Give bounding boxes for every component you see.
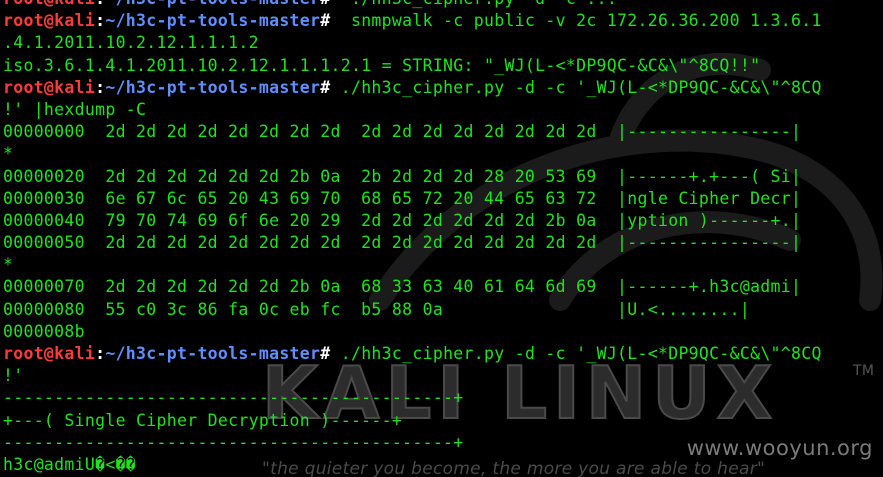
output-text: 00000000 2d 2d 2d 2d 2d 2d 2d 2d 2d 2d 2…: [3, 122, 802, 142]
prompt-symbol: #: [320, 11, 331, 31]
output-line: 00000030 6e 67 6c 65 20 43 69 70 68 65 7…: [3, 188, 822, 210]
prompt-path: ~/h3c-pt-tools-master: [105, 0, 320, 8]
output-line: 00000070 2d 2d 2d 2d 2d 2d 2b 0a 68 33 6…: [3, 276, 822, 298]
prompt-user: root@kali: [3, 11, 96, 31]
prompt-line: root@kali:~/h3c-pt-tools-master# ./hh3c_…: [3, 77, 822, 99]
output-line: +---( Single Cipher Decryption )------+: [3, 410, 822, 432]
prompt-separator: :: [95, 0, 105, 8]
output-line: *: [3, 143, 822, 165]
prompt-path: ~/h3c-pt-tools-master: [105, 11, 321, 31]
output-line: iso.3.6.1.4.1.2011.10.2.12.1.1.1.2.1 = S…: [3, 55, 822, 77]
output-line: 00000020 2d 2d 2d 2d 2d 2d 2b 0a 2b 2d 2…: [3, 166, 822, 188]
output-text: 00000080 55 c0 3c 86 fa 0c eb fc b5 88 0…: [3, 299, 751, 319]
output-line: ----------------------------------------…: [3, 387, 822, 409]
output-text: h3c@admiU�<��: [3, 454, 137, 474]
output-text: 00000020 2d 2d 2d 2d 2d 2d 2b 0a 2b 2d 2…: [3, 166, 802, 186]
command-text: ./hh3c_cipher.py -d -c ...: [331, 0, 618, 8]
command-text: ./hh3c_cipher.py -d -c '_WJ(L-<*DP9QC-&C…: [330, 344, 822, 363]
trademark-text: TM: [852, 363, 874, 379]
prompt-symbol: #: [320, 0, 330, 8]
output-line: 00000000 2d 2d 2d 2d 2d 2d 2d 2d 2d 2d 2…: [3, 121, 822, 143]
output-text: 00000030 6e 67 6c 65 20 43 69 70 68 65 7…: [3, 188, 802, 208]
output-text: 0000008b: [3, 321, 85, 341]
output-text: 00000050 2d 2d 2d 2d 2d 2d 2d 2d 2d 2d 2…: [3, 233, 802, 253]
output-text: ----------------------------------------…: [3, 388, 464, 408]
prompt-line: root@kali:~/h3c-pt-tools-master# ./hh3c_…: [3, 0, 822, 10]
watermark-site: www.wooyun.org: [686, 436, 873, 460]
prompt-path: ~/h3c-pt-tools-master: [105, 344, 321, 363]
prompt-line: root@kali:~/h3c-pt-tools-master# ./hh3c_…: [3, 343, 822, 365]
output-text: iso.3.6.1.4.1.2011.10.2.12.1.1.1.2.1 = S…: [3, 55, 761, 75]
output-line: 00000050 2d 2d 2d 2d 2d 2d 2d 2d 2d 2d 2…: [3, 232, 822, 254]
output-text: *: [3, 255, 14, 275]
output-line: 00000040 79 70 74 69 6f 6e 20 29 2d 2d 2…: [3, 210, 822, 232]
output-text: +---( Single Cipher Decryption )------+: [3, 410, 403, 430]
prompt-line: root@kali:~/h3c-pt-tools-master# snmpwal…: [3, 10, 822, 32]
terminal-window[interactable]: KALI LINUX TM "the quieter you become, t…: [0, 0, 883, 477]
output-text: !' |hexdump -C: [3, 99, 147, 119]
output-text: .4.1.2011.10.2.12.1.1.1.2: [3, 33, 259, 53]
prompt-separator: :: [95, 11, 106, 31]
output-text: *: [3, 144, 14, 164]
command-text: ./hh3c_cipher.py -d -c '_WJ(L-<*DP9QC-&C…: [330, 77, 822, 97]
prompt-separator: :: [95, 344, 106, 363]
output-line: 00000080 55 c0 3c 86 fa 0c eb fc b5 88 0…: [3, 299, 822, 321]
output-text: !': [3, 366, 24, 386]
prompt-user: root@kali: [3, 0, 95, 8]
output-line: *: [3, 254, 822, 276]
output-line: !' |hexdump -C: [3, 99, 822, 121]
output-line: !': [3, 365, 822, 387]
prompt-symbol: #: [320, 77, 331, 97]
prompt-user: root@kali: [3, 344, 96, 363]
prompt-path: ~/h3c-pt-tools-master: [105, 77, 321, 97]
prompt-separator: :: [95, 77, 106, 97]
output-text: 00000070 2d 2d 2d 2d 2d 2d 2b 0a 68 33 6…: [3, 277, 802, 297]
prompt-symbol: #: [320, 344, 331, 363]
output-line: 0000008b: [3, 321, 822, 343]
prompt-user: root@kali: [3, 77, 96, 97]
terminal-output: root@kali:~/h3c-pt-tools-master# ./hh3c_…: [3, 0, 822, 477]
output-line: .4.1.2011.10.2.12.1.1.1.2: [3, 32, 822, 54]
command-text: snmpwalk -c public -v 2c 172.26.36.200 1…: [330, 11, 822, 31]
output-text: ----------------------------------------…: [3, 432, 464, 452]
output-text: 00000040 79 70 74 69 6f 6e 20 29 2d 2d 2…: [3, 210, 802, 230]
